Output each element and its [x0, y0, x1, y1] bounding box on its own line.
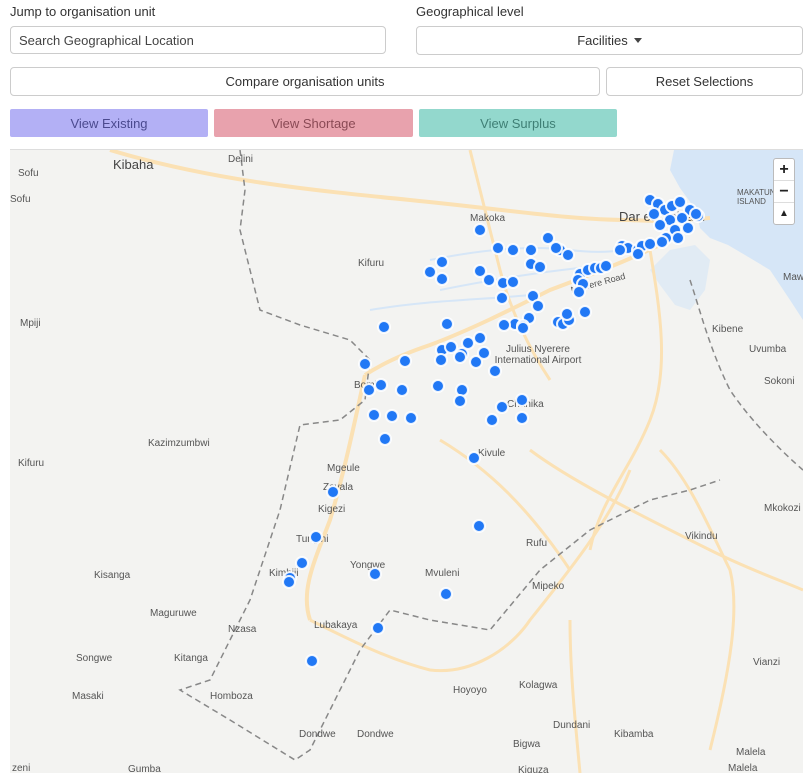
facility-marker[interactable] — [613, 243, 627, 257]
zoom-in-button[interactable]: + — [774, 159, 794, 181]
compare-button[interactable]: Compare organisation units — [10, 67, 600, 96]
facility-marker[interactable] — [488, 364, 502, 378]
facility-marker[interactable] — [444, 340, 458, 354]
facility-marker[interactable] — [423, 265, 437, 279]
facility-marker[interactable] — [326, 485, 340, 499]
facility-marker[interactable] — [653, 218, 667, 232]
facility-marker[interactable] — [404, 411, 418, 425]
jump-label: Jump to organisation unit — [10, 4, 156, 19]
facility-marker[interactable] — [647, 207, 661, 221]
facility-marker[interactable] — [377, 320, 391, 334]
facility-marker[interactable] — [374, 378, 388, 392]
facility-marker[interactable] — [643, 237, 657, 251]
facility-marker[interactable] — [524, 243, 538, 257]
facility-marker[interactable] — [358, 357, 372, 371]
facility-marker[interactable] — [533, 260, 547, 274]
facility-marker[interactable] — [515, 393, 529, 407]
facility-marker[interactable] — [305, 654, 319, 668]
facility-marker[interactable] — [385, 409, 399, 423]
facility-marker[interactable] — [473, 331, 487, 345]
facility-marker[interactable] — [434, 353, 448, 367]
reset-button[interactable]: Reset Selections — [606, 67, 803, 96]
facility-marker[interactable] — [549, 241, 563, 255]
facility-marker[interactable] — [453, 394, 467, 408]
facility-marker[interactable] — [435, 272, 449, 286]
facility-marker[interactable] — [506, 275, 520, 289]
facility-marker[interactable] — [395, 383, 409, 397]
facility-marker[interactable] — [561, 248, 575, 262]
facility-marker[interactable] — [631, 247, 645, 261]
facility-marker[interactable] — [473, 223, 487, 237]
facility-marker[interactable] — [689, 207, 703, 221]
facility-marker[interactable] — [515, 411, 529, 425]
facility-marker[interactable] — [495, 291, 509, 305]
facility-marker[interactable] — [439, 587, 453, 601]
caret-down-icon — [633, 38, 642, 43]
facility-marker[interactable] — [578, 305, 592, 319]
view-existing-button[interactable]: View Existing — [10, 109, 208, 137]
facility-marker[interactable] — [482, 273, 496, 287]
facility-marker[interactable] — [599, 259, 613, 273]
facility-marker[interactable] — [477, 346, 491, 360]
facility-marker[interactable] — [453, 350, 467, 364]
facility-marker[interactable] — [655, 235, 669, 249]
facility-marker[interactable] — [371, 621, 385, 635]
facility-marker[interactable] — [671, 231, 685, 245]
geo-level-value: Facilities — [577, 33, 628, 48]
zoom-out-button[interactable]: − — [774, 181, 794, 203]
facility-marker[interactable] — [461, 336, 475, 350]
facility-marker[interactable] — [368, 567, 382, 581]
facility-marker[interactable] — [431, 379, 445, 393]
facility-marker[interactable] — [572, 285, 586, 299]
facility-marker[interactable] — [367, 408, 381, 422]
facility-marker[interactable] — [467, 451, 481, 465]
view-surplus-button[interactable]: View Surplus — [419, 109, 617, 137]
facility-marker[interactable] — [435, 255, 449, 269]
facility-marker[interactable] — [560, 307, 574, 321]
zoom-control: + − ▲ — [773, 158, 795, 225]
facility-marker[interactable] — [495, 400, 509, 414]
map-view[interactable]: Kibaha Delini Sofu Sofu Makoka Dar es Sa… — [10, 149, 803, 773]
facility-marker[interactable] — [309, 530, 323, 544]
view-shortage-button[interactable]: View Shortage — [214, 109, 413, 137]
facility-marker[interactable] — [531, 299, 545, 313]
facility-marker[interactable] — [472, 519, 486, 533]
facility-marker[interactable] — [681, 221, 695, 235]
geo-level-label: Geographical level — [416, 4, 524, 19]
geo-level-select[interactable]: Facilities — [416, 26, 803, 55]
facility-marker[interactable] — [398, 354, 412, 368]
reset-north-button[interactable]: ▲ — [774, 203, 794, 224]
facility-marker[interactable] — [378, 432, 392, 446]
facility-marker[interactable] — [455, 383, 469, 397]
facility-marker[interactable] — [295, 556, 309, 570]
facility-marker[interactable] — [440, 317, 454, 331]
facility-marker[interactable] — [506, 243, 520, 257]
facility-marker[interactable] — [362, 383, 376, 397]
facility-marker[interactable] — [282, 575, 296, 589]
search-input[interactable]: Search Geographical Location — [10, 26, 386, 54]
facility-markers — [282, 193, 705, 668]
facility-marker[interactable] — [497, 318, 511, 332]
facility-marker[interactable] — [516, 321, 530, 335]
facility-marker[interactable] — [491, 241, 505, 255]
facility-marker[interactable] — [485, 413, 499, 427]
